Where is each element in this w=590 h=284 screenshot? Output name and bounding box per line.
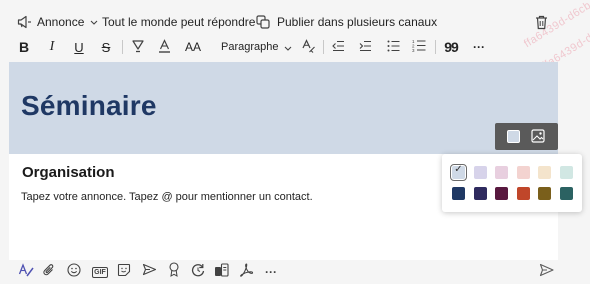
increase-indent-button[interactable] — [358, 36, 372, 58]
subject-field[interactable]: Organisation — [22, 164, 115, 181]
send-button[interactable] — [538, 263, 554, 282]
formatting-toolbar: B I U S AA Paragraphe 1 2 3 99 ··· — [0, 36, 590, 60]
toolbar-separator — [435, 40, 436, 54]
post-type-label: Annonce — [37, 15, 85, 29]
clear-formatting-button[interactable] — [300, 36, 316, 58]
copy-channels-icon — [256, 15, 270, 29]
color-swatch[interactable] — [559, 166, 573, 179]
bold-button[interactable]: B — [18, 36, 30, 58]
toolbar-separator — [323, 40, 324, 54]
banner-color-button[interactable] — [507, 130, 520, 143]
underline-button[interactable]: U — [73, 36, 85, 58]
announcement-banner[interactable]: Séminaire — [9, 62, 558, 154]
outdent-icon — [331, 40, 345, 55]
message-body[interactable]: Tapez votre annonce. Tapez @ pour mentio… — [21, 191, 313, 203]
paragraph-style-dropdown[interactable]: Paragraphe — [221, 36, 291, 58]
image-icon — [531, 129, 545, 147]
highlighter-icon — [131, 39, 145, 56]
emoji-button[interactable] — [67, 262, 81, 282]
more-options-button[interactable]: ··· — [471, 36, 487, 58]
paragraph-style-label: Paragraphe — [221, 41, 279, 53]
highlight-button[interactable] — [131, 36, 145, 58]
reply-permission-dropdown[interactable]: Tout le monde peut répondre — [102, 12, 269, 32]
loop-button[interactable] — [191, 263, 205, 282]
app-book-icon — [214, 262, 229, 282]
bullet-list-button[interactable] — [386, 36, 400, 58]
color-swatch[interactable] — [516, 166, 530, 179]
color-swatch[interactable] — [473, 187, 487, 200]
banner-image-button[interactable] — [531, 129, 545, 148]
attach-button[interactable] — [42, 263, 56, 282]
font-size-button[interactable]: AA — [184, 36, 202, 58]
bullet-list-icon — [387, 40, 400, 55]
multi-channel-label: Publier dans plusieurs canaux — [277, 15, 438, 29]
color-swatch[interactable] — [495, 187, 508, 200]
quote-button[interactable]: 99 — [444, 36, 459, 58]
chevron-down-icon — [90, 20, 98, 25]
banner-color-palette: ✓ — [442, 154, 582, 212]
banner-tools — [495, 123, 558, 150]
italic-button[interactable]: I — [46, 36, 58, 58]
color-swatch[interactable] — [559, 187, 573, 200]
send-forward-icon — [142, 263, 157, 281]
medal-icon — [168, 262, 180, 282]
more-apps-button[interactable]: ··· — [263, 264, 279, 280]
send-icon — [539, 263, 554, 282]
strikethrough-button[interactable]: S — [100, 36, 112, 58]
banner-title[interactable]: Séminaire — [21, 90, 157, 122]
color-swatch[interactable] — [452, 187, 465, 200]
sticker-icon — [117, 263, 131, 282]
color-swatch[interactable]: ✓ — [450, 164, 467, 181]
sticker-button[interactable] — [117, 263, 131, 282]
decrease-indent-button[interactable] — [331, 36, 345, 58]
approvals-button[interactable] — [213, 262, 229, 282]
numbered-list-button[interactable]: 123 — [412, 36, 426, 58]
emoji-icon — [67, 262, 81, 282]
reply-permission-label: Tout le monde peut répondre — [102, 15, 256, 29]
compose-bottom-toolbar: GIF ··· — [0, 262, 590, 284]
color-swatch[interactable] — [516, 187, 530, 200]
color-swatch[interactable] — [495, 166, 508, 179]
schedule-meeting-button[interactable] — [141, 263, 157, 281]
adobe-pdf-button[interactable] — [238, 262, 254, 282]
toolbar-separator — [122, 40, 123, 54]
clear-format-icon — [301, 38, 316, 56]
gif-icon: GIF — [92, 266, 108, 278]
trash-icon — [535, 15, 548, 30]
color-swatch[interactable] — [538, 166, 551, 179]
format-button[interactable] — [18, 262, 34, 282]
paperclip-icon — [43, 263, 55, 282]
format-pen-icon — [18, 262, 34, 282]
post-type-dropdown[interactable]: Annonce — [17, 12, 98, 32]
chevron-down-icon — [284, 40, 292, 54]
color-swatch[interactable] — [473, 166, 487, 179]
praise-button[interactable] — [167, 262, 181, 282]
numbered-list-icon: 123 — [412, 39, 426, 55]
multi-channel-button[interactable]: Publier dans plusieurs canaux — [256, 12, 437, 32]
color-swatch[interactable] — [538, 187, 551, 200]
font-color-icon — [158, 38, 171, 56]
compose-top-toolbar: Annonce Tout le monde peut répondre Publ… — [0, 0, 590, 40]
font-color-button[interactable] — [157, 36, 171, 58]
svg-text:3: 3 — [412, 48, 415, 52]
delete-button[interactable] — [535, 12, 548, 32]
gif-button[interactable]: GIF — [92, 264, 108, 280]
check-icon: ✓ — [454, 164, 463, 175]
megaphone-icon — [17, 15, 33, 29]
acrobat-icon — [239, 262, 254, 282]
refresh-icon — [191, 263, 205, 282]
indent-icon — [359, 40, 372, 55]
